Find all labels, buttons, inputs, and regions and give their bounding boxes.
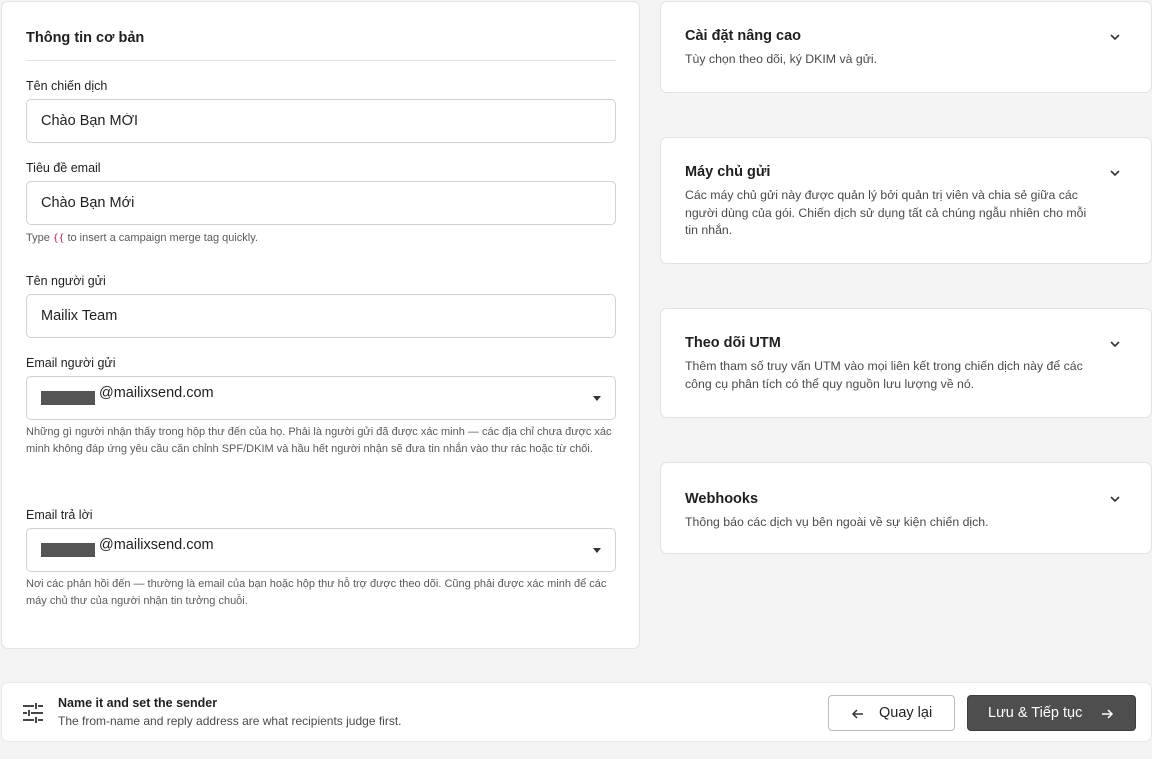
section-title: Thông tin cơ bản — [26, 30, 145, 46]
arrow-right-icon — [1102, 709, 1114, 719]
tune-icon — [23, 703, 43, 723]
sender-email-label: Email người gửi — [26, 356, 116, 370]
card-description: Thêm tham số truy vấn UTM vào mọi liên k… — [685, 359, 1083, 391]
card-title: Máy chủ gửi — [685, 164, 771, 180]
reply-email-domain: @mailixsend.com — [99, 537, 214, 553]
subject-help: Type {{ to insert a campaign merge tag q… — [26, 230, 616, 248]
utm-tracking-card[interactable]: Theo dõi UTM Thêm tham số truy vấn UTM v… — [660, 308, 1152, 418]
back-button-label: Quay lại — [879, 705, 933, 721]
footer-bar: Name it and set the sender The from-name… — [1, 682, 1152, 742]
redacted-local-part — [41, 543, 95, 557]
caret-down-icon — [593, 548, 601, 553]
basic-info-card: Thông tin cơ bản Tên chiến dịch Tiêu đề … — [1, 1, 640, 649]
save-button-label: Lưu & Tiếp tục — [988, 705, 1083, 721]
chevron-down-icon[interactable] — [1109, 338, 1121, 350]
redacted-local-part — [41, 391, 95, 405]
sender-name-label: Tên người gửi — [26, 274, 106, 288]
chevron-down-icon[interactable] — [1109, 31, 1121, 43]
subject-label: Tiêu đề email — [26, 161, 101, 175]
back-button[interactable]: Quay lại — [828, 695, 955, 731]
card-description: Tùy chọn theo dõi, ký DKIM và gửi. — [685, 52, 878, 66]
caret-down-icon — [593, 396, 601, 401]
reply-email-label: Email trả lời — [26, 508, 93, 522]
webhooks-card[interactable]: Webhooks Thông báo các dịch vụ bên ngoài… — [660, 462, 1152, 554]
footer-title: Name it and set the sender — [58, 696, 218, 710]
divider — [26, 60, 616, 61]
card-description: Các máy chủ gửi này được quản lý bởi quả… — [685, 188, 1087, 237]
card-title: Theo dõi UTM — [685, 335, 781, 351]
chevron-down-icon[interactable] — [1109, 493, 1121, 505]
chevron-down-icon[interactable] — [1109, 167, 1121, 179]
card-title: Webhooks — [685, 491, 759, 507]
campaign-name-label: Tên chiến dịch — [26, 79, 108, 93]
sender-email-help: Những gì người nhận thấy trong hộp thư đ… — [26, 426, 612, 455]
sender-email-select[interactable]: @mailixsend.com — [26, 376, 616, 420]
sender-email-domain: @mailixsend.com — [99, 385, 214, 401]
footer-subtitle: The from-name and reply address are what… — [58, 714, 402, 728]
reply-email-select[interactable]: @mailixsend.com — [26, 528, 616, 572]
sending-servers-card[interactable]: Máy chủ gửi Các máy chủ gửi này được quả… — [660, 137, 1152, 264]
card-description: Thông báo các dịch vụ bên ngoài về sự ki… — [685, 515, 989, 529]
sender-name-input[interactable] — [26, 294, 616, 338]
advanced-settings-card[interactable]: Cài đặt nâng cao Tùy chọn theo dõi, ký D… — [660, 1, 1152, 93]
card-title: Cài đặt nâng cao — [685, 28, 802, 44]
arrow-left-icon — [851, 709, 863, 719]
subject-input[interactable] — [26, 181, 616, 225]
subject-help-suffix: to insert a campaign merge tag quickly. — [67, 232, 258, 244]
subject-help-prefix: Type — [26, 232, 50, 244]
save-continue-button[interactable]: Lưu & Tiếp tục — [967, 695, 1136, 731]
merge-tag-code: {{ — [52, 233, 65, 244]
reply-email-help: Nơi các phản hồi đến — thường là email c… — [26, 578, 607, 607]
campaign-name-input[interactable] — [26, 99, 616, 143]
